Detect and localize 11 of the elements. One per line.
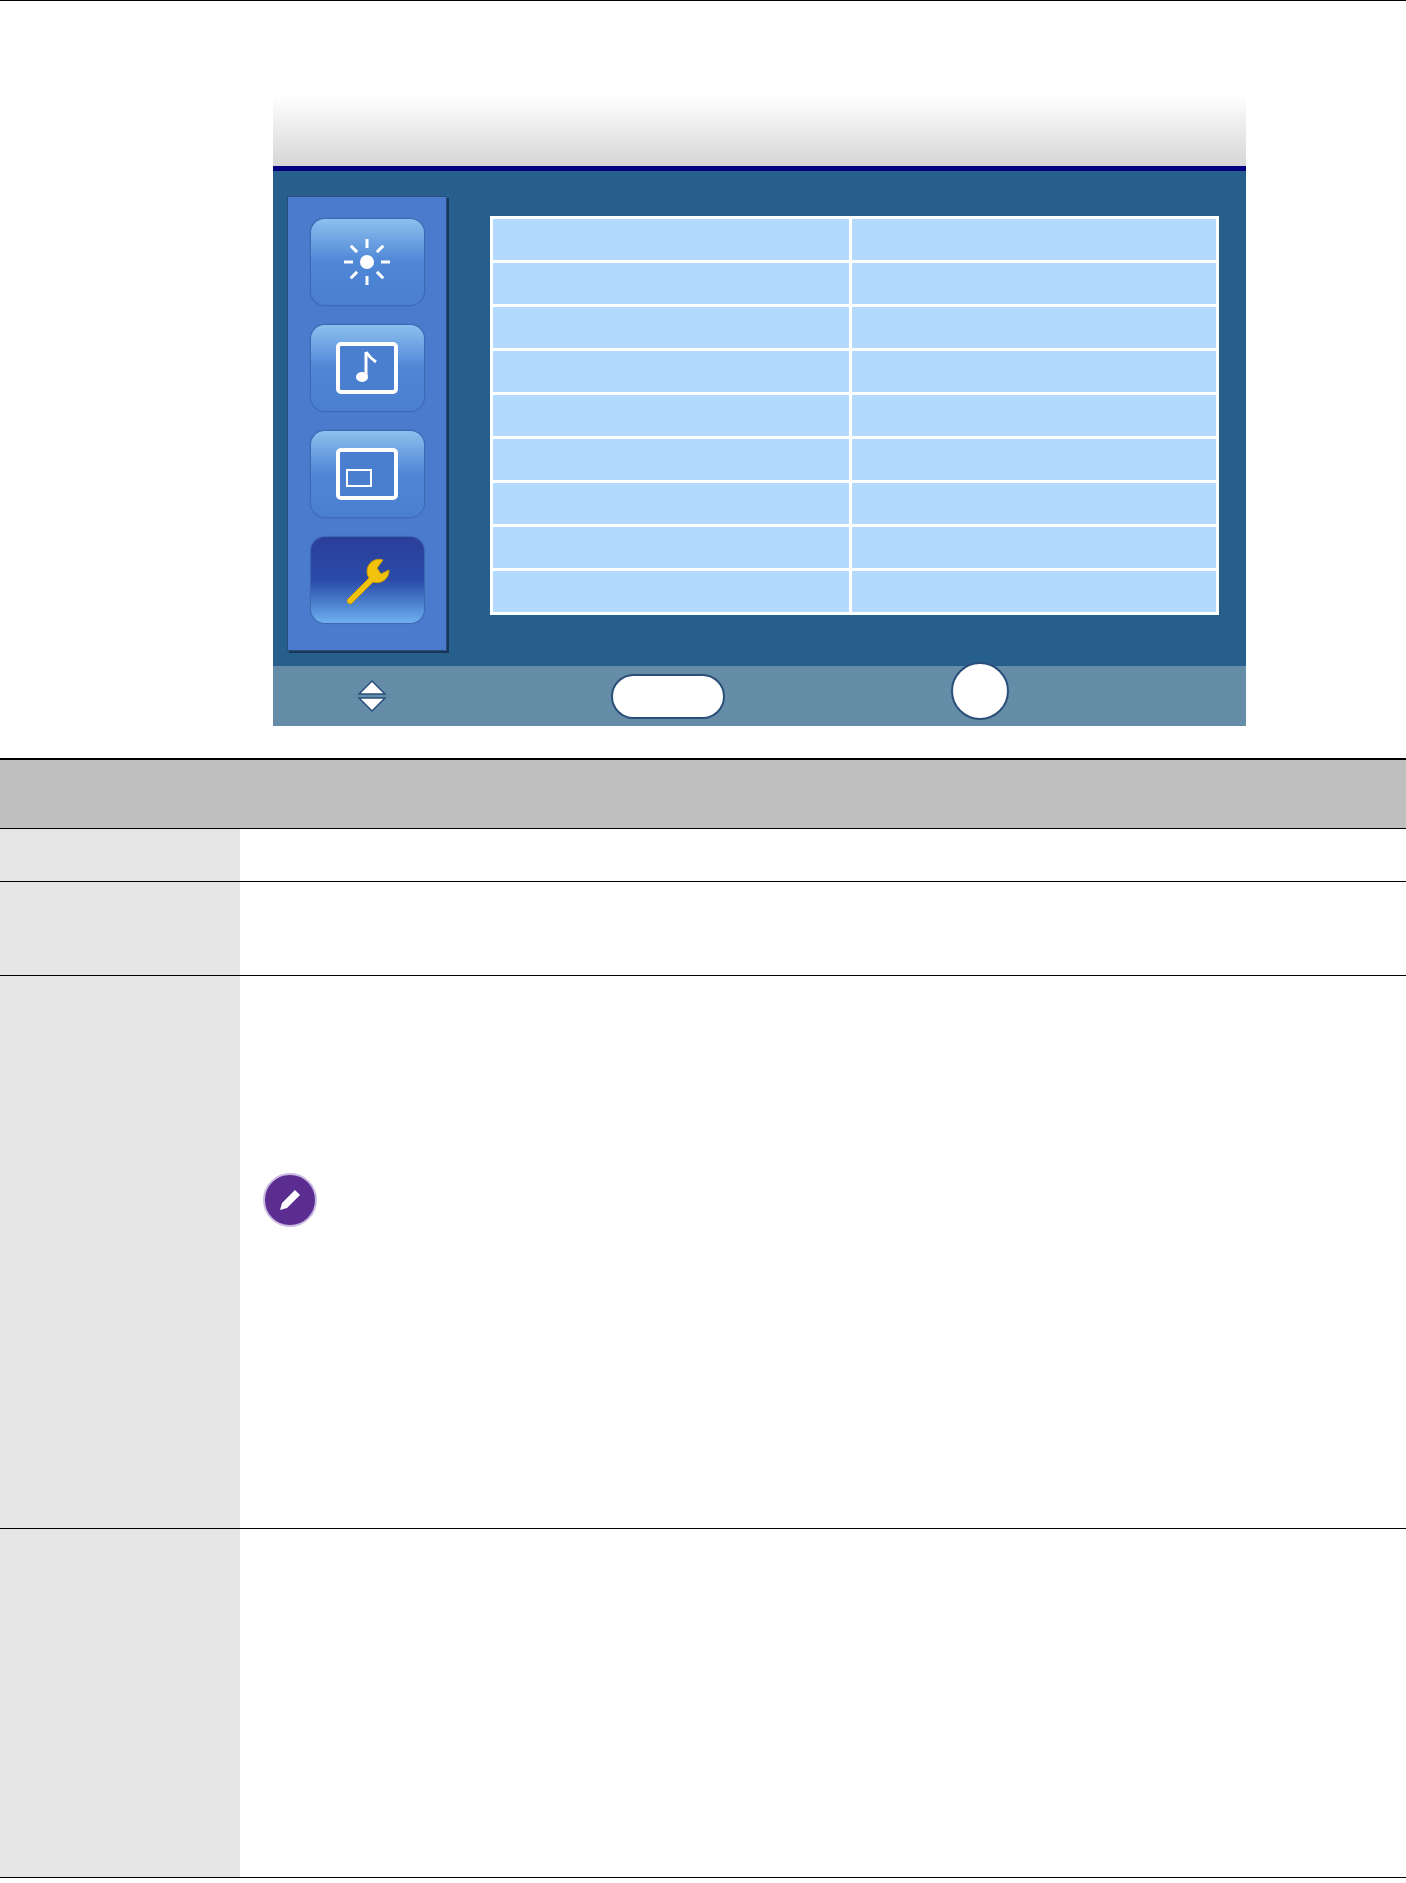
up-down-arrows-icon xyxy=(357,679,387,713)
window-icon xyxy=(336,448,398,500)
menu-tab[interactable] xyxy=(310,431,424,517)
pencil-note-icon xyxy=(262,1172,318,1228)
oval-button[interactable] xyxy=(611,673,725,719)
music-note-icon xyxy=(336,342,398,394)
menu-tab[interactable] xyxy=(310,325,424,411)
round-button[interactable] xyxy=(951,662,1009,720)
menu-tab[interactable] xyxy=(310,219,424,305)
menu-tab[interactable] xyxy=(310,537,424,623)
sun-icon xyxy=(342,237,392,287)
